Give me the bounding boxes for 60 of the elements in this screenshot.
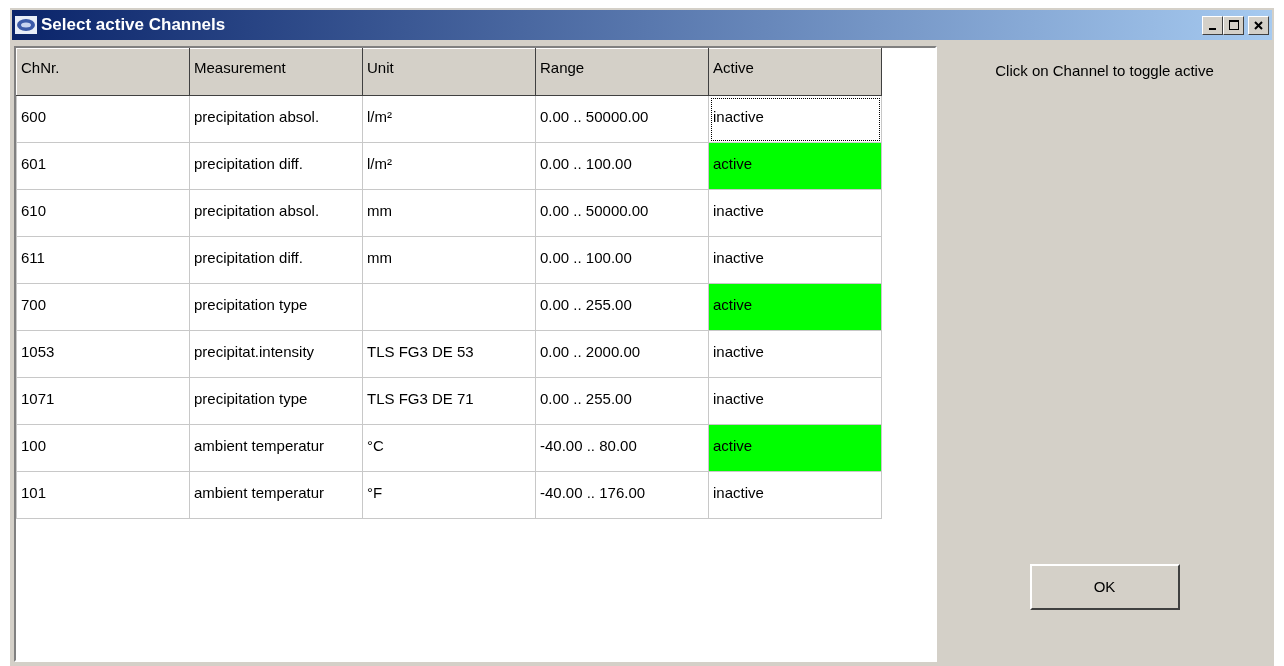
column-header[interactable]: Range [535,48,709,96]
status-cell[interactable]: active [708,142,882,190]
table-cell[interactable]: 0.00 .. 100.00 [535,236,709,284]
table-cell[interactable]: precipitation absol. [189,189,363,237]
table-cell[interactable]: precipitation type [189,283,363,331]
table-cell[interactable]: 0.00 .. 255.00 [535,283,709,331]
table-cell[interactable]: °C [362,424,536,472]
table-cell[interactable]: 600 [16,95,190,143]
close-button[interactable] [1248,15,1269,35]
table-cell[interactable]: -40.00 .. 80.00 [535,424,709,472]
table-cell[interactable]: -40.00 .. 176.00 [535,471,709,519]
table-cell[interactable]: mm [362,189,536,237]
status-cell[interactable]: inactive [708,471,882,519]
status-cell[interactable]: active [708,424,882,472]
column-header[interactable]: Active [708,48,882,96]
table-cell[interactable]: 1071 [16,377,190,425]
status-cell[interactable]: active [708,283,882,331]
table-cell[interactable]: 601 [16,142,190,190]
close-icon [1254,20,1263,30]
table-cell[interactable]: mm [362,236,536,284]
table-cell[interactable]: 700 [16,283,190,331]
table-cell[interactable]: 0.00 .. 100.00 [535,142,709,190]
table-cell[interactable]: precipitation absol. [189,95,363,143]
table-cell[interactable]: l/m² [362,142,536,190]
table-cell[interactable]: 1053 [16,330,190,378]
maximize-button[interactable] [1223,15,1244,35]
column-header[interactable]: ChNr. [16,48,190,96]
status-cell[interactable]: inactive [708,189,882,237]
table-cell[interactable]: 0.00 .. 50000.00 [535,95,709,143]
table-cell[interactable]: precipitat.intensity [189,330,363,378]
table-cell[interactable]: 0.00 .. 2000.00 [535,330,709,378]
table-cell[interactable]: 0.00 .. 50000.00 [535,189,709,237]
app-icon [15,16,37,34]
table-cell[interactable]: 101 [16,471,190,519]
table-cell[interactable]: l/m² [362,95,536,143]
table-cell[interactable]: TLS FG3 DE 71 [362,377,536,425]
status-cell[interactable]: inactive [708,236,882,284]
table-cell[interactable]: TLS FG3 DE 53 [362,330,536,378]
ok-button[interactable]: OK [1029,564,1180,610]
status-cell[interactable]: inactive [708,377,882,425]
column-header[interactable]: Measurement [189,48,363,96]
table-cell[interactable]: 611 [16,236,190,284]
maximize-icon [1228,20,1239,30]
column-header[interactable]: Unit [362,48,536,96]
table-cell[interactable]: 0.00 .. 255.00 [535,377,709,425]
status-cell[interactable]: inactive [708,95,882,143]
table-cell[interactable]: ambient temperatur [189,424,363,472]
table-cell[interactable] [362,283,536,331]
table-cell[interactable]: precipitation type [189,377,363,425]
status-cell[interactable]: inactive [708,330,882,378]
table-cell[interactable]: °F [362,471,536,519]
hint-text: Click on Channel to toggle active [995,61,1214,81]
minimize-icon [1209,27,1216,30]
table-cell[interactable]: 610 [16,189,190,237]
table-cell[interactable]: 100 [16,424,190,472]
minimize-button[interactable] [1202,15,1223,35]
table-cell[interactable]: ambient temperatur [189,471,363,519]
window-title: Select active Channels [41,14,226,37]
table-cell[interactable]: precipitation diff. [189,142,363,190]
table-cell[interactable]: precipitation diff. [189,236,363,284]
